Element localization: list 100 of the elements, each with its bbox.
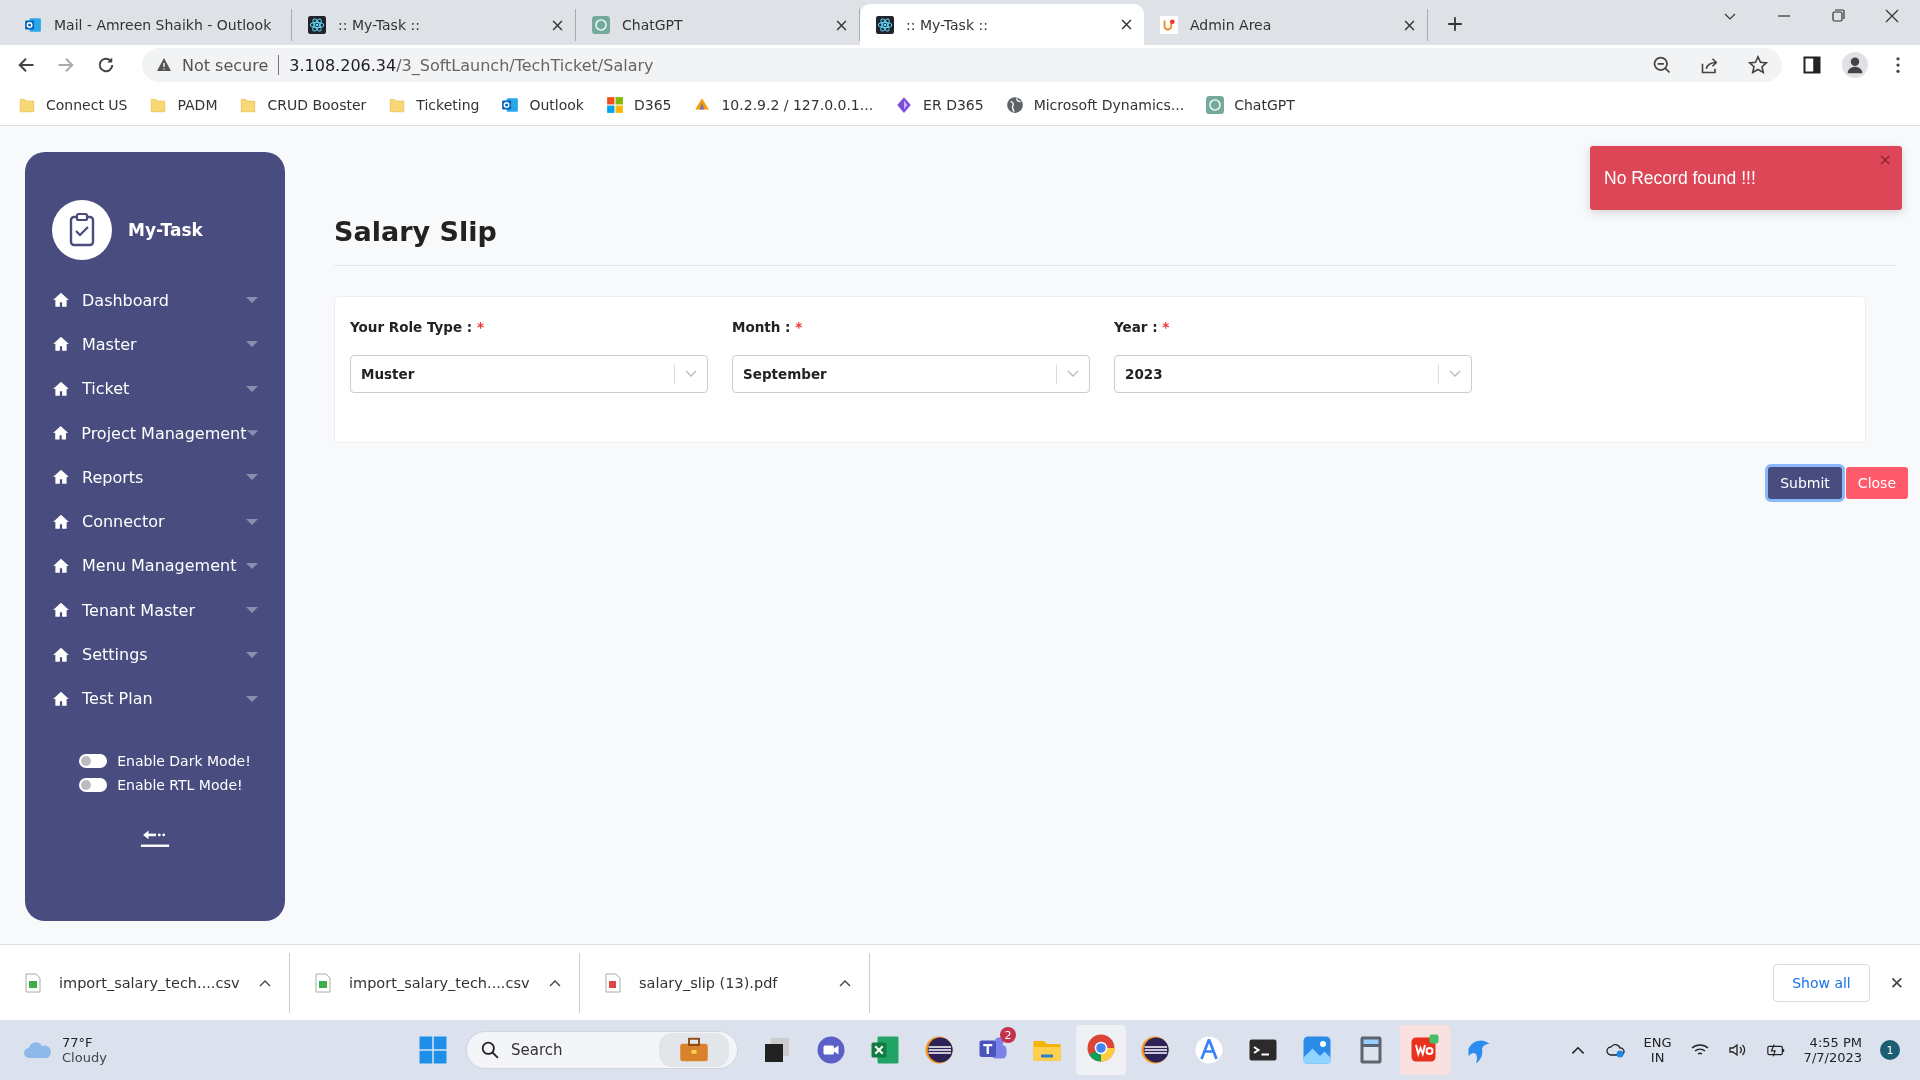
close-icon[interactable] (552, 19, 563, 31)
battery-charging-icon[interactable] (1765, 1041, 1786, 1059)
eclipse-icon[interactable] (924, 1035, 954, 1065)
star-icon[interactable] (1748, 55, 1768, 75)
bookmark[interactable]: D365 (605, 96, 672, 114)
close-icon[interactable] (1884, 7, 1900, 24)
reload-icon[interactable] (96, 55, 116, 75)
zoom-out-icon[interactable] (1652, 55, 1672, 75)
new-tab-icon[interactable] (1446, 15, 1464, 33)
home-icon (52, 689, 70, 708)
show-all-button[interactable]: Show all (1773, 963, 1870, 1002)
browser-tab[interactable]: Admin Area (1144, 9, 1428, 41)
download-item[interactable]: import_salary_tech....csv (0, 952, 290, 1013)
bookmark[interactable]: Connect US (18, 96, 128, 114)
toggle-switch[interactable] (79, 778, 108, 792)
field-label: Your Role Type : * (350, 319, 486, 335)
cloud-sync-icon[interactable] (1605, 1041, 1626, 1059)
restore-icon[interactable] (1830, 7, 1846, 24)
sidebar-item[interactable]: Connector (52, 499, 258, 544)
compass-app-icon[interactable] (1194, 1035, 1224, 1065)
close-icon[interactable]: ✕ (1889, 972, 1904, 993)
taskbar-search[interactable]: Search (466, 1031, 738, 1069)
sidebar-item[interactable]: Menu Management (52, 543, 258, 589)
sidebar-item[interactable]: Reports (52, 455, 258, 500)
chevron-up-icon[interactable] (549, 978, 561, 987)
volume-icon[interactable] (1727, 1041, 1748, 1059)
briefcase-icon (659, 1033, 729, 1067)
caret-icon (246, 562, 258, 569)
bookmark[interactable]: Outlook (501, 96, 584, 114)
caret-icon (246, 385, 258, 392)
chevron-down-icon (1067, 370, 1079, 378)
bookmark[interactable]: ChatGPT (1206, 96, 1295, 114)
caret-icon (246, 297, 258, 304)
sidebar-item[interactable]: Test Plan (52, 676, 258, 721)
sidebar-item[interactable]: Settings (52, 632, 258, 677)
bookmark[interactable]: CRUD Booster (239, 96, 367, 114)
submit-button[interactable]: Submit (1768, 467, 1842, 499)
home-icon (52, 556, 70, 575)
home-icon (52, 645, 70, 664)
home-icon (52, 379, 70, 398)
sidebar-item[interactable]: Tenant Master (52, 588, 258, 633)
eclipse-icon[interactable] (1140, 1035, 1170, 1065)
caret-icon (246, 341, 258, 348)
bookmark[interactable]: ER D365 (895, 96, 984, 114)
home-icon (52, 468, 70, 487)
side-panel-icon[interactable] (1802, 55, 1822, 75)
field-label: Year : * (1114, 319, 1171, 335)
photos-icon[interactable] (1302, 1035, 1332, 1065)
download-item[interactable]: salary_slip (13).pdf (580, 952, 870, 1013)
sidebar-item[interactable]: Dashboard (52, 278, 258, 323)
close-icon[interactable] (1404, 19, 1415, 31)
dropdown-field[interactable]: September (732, 355, 1090, 393)
weather-condition: Cloudy (62, 1050, 107, 1065)
chevron-up-icon[interactable] (839, 978, 851, 987)
profile-icon[interactable] (1842, 52, 1868, 78)
clock[interactable]: 4:55 PM 7/7/2023 (1803, 1035, 1862, 1065)
office-app-icon[interactable] (1410, 1033, 1440, 1063)
page-title: Salary Slip (334, 216, 1896, 266)
back-icon[interactable] (16, 55, 36, 75)
browser-tab[interactable]: :: My-Task :: (292, 9, 576, 41)
atom-icon (876, 15, 894, 34)
browser-tab[interactable]: ChatGPT (576, 9, 860, 41)
language-indicator[interactable]: ENG IN (1643, 1035, 1672, 1065)
dropdown-field[interactable]: Muster (350, 355, 708, 393)
close-icon[interactable] (1121, 19, 1132, 30)
download-item[interactable]: import_salary_tech....csv (290, 952, 580, 1013)
admin-logo-icon (1160, 16, 1178, 34)
toggle-label: Enable Dark Mode! (117, 753, 251, 769)
browser-tab[interactable]: Mail - Amreen Shaikh - Outlook (8, 9, 292, 41)
clipboard-check-icon (52, 200, 112, 260)
bookmark[interactable]: Ticketing (388, 96, 480, 114)
task-view-icon[interactable] (762, 1035, 792, 1065)
sidebar-item[interactable]: Project Management (52, 410, 258, 456)
chevron-up-icon[interactable] (259, 978, 271, 987)
close-icon[interactable] (836, 19, 847, 31)
warning-icon (156, 57, 172, 73)
cloud-icon (22, 1040, 54, 1060)
video-chat-icon[interactable] (816, 1035, 846, 1065)
browser-tab[interactable]: :: My-Task :: (860, 4, 1144, 45)
atom-icon (308, 16, 326, 34)
home-icon (52, 512, 70, 531)
spreadsheet-app-icon[interactable] (870, 1035, 900, 1065)
spreadsheet-file-icon (25, 972, 41, 993)
chatgpt-icon (1206, 96, 1225, 114)
notification-badge[interactable]: 1 (1880, 1040, 1900, 1060)
start-icon[interactable] (418, 1035, 448, 1065)
notification-badge: 2 (1000, 1027, 1016, 1043)
field-label: Month : * (732, 319, 804, 335)
sidebar-item[interactable]: Master (52, 322, 258, 367)
address-bar[interactable]: Not secure 3.108.206.34/3_SoftLaunch/TechTicket/Salary (142, 48, 1782, 82)
dropdown-field[interactable]: 2023 (1114, 355, 1472, 393)
chatgpt-icon (592, 16, 610, 34)
toggle-switch[interactable] (79, 754, 108, 768)
spreadsheet-file-icon (315, 972, 331, 993)
bookmark[interactable]: Microsoft Dynamics... (1005, 96, 1185, 114)
chrome-icon[interactable] (1086, 1033, 1116, 1063)
caret-icon (246, 695, 258, 702)
bookmark[interactable]: 10.2.9.2 / 127.0.0.1... (693, 96, 874, 114)
bookmark[interactable]: PADM (149, 96, 218, 114)
sidebar-item[interactable]: Ticket (52, 366, 258, 411)
